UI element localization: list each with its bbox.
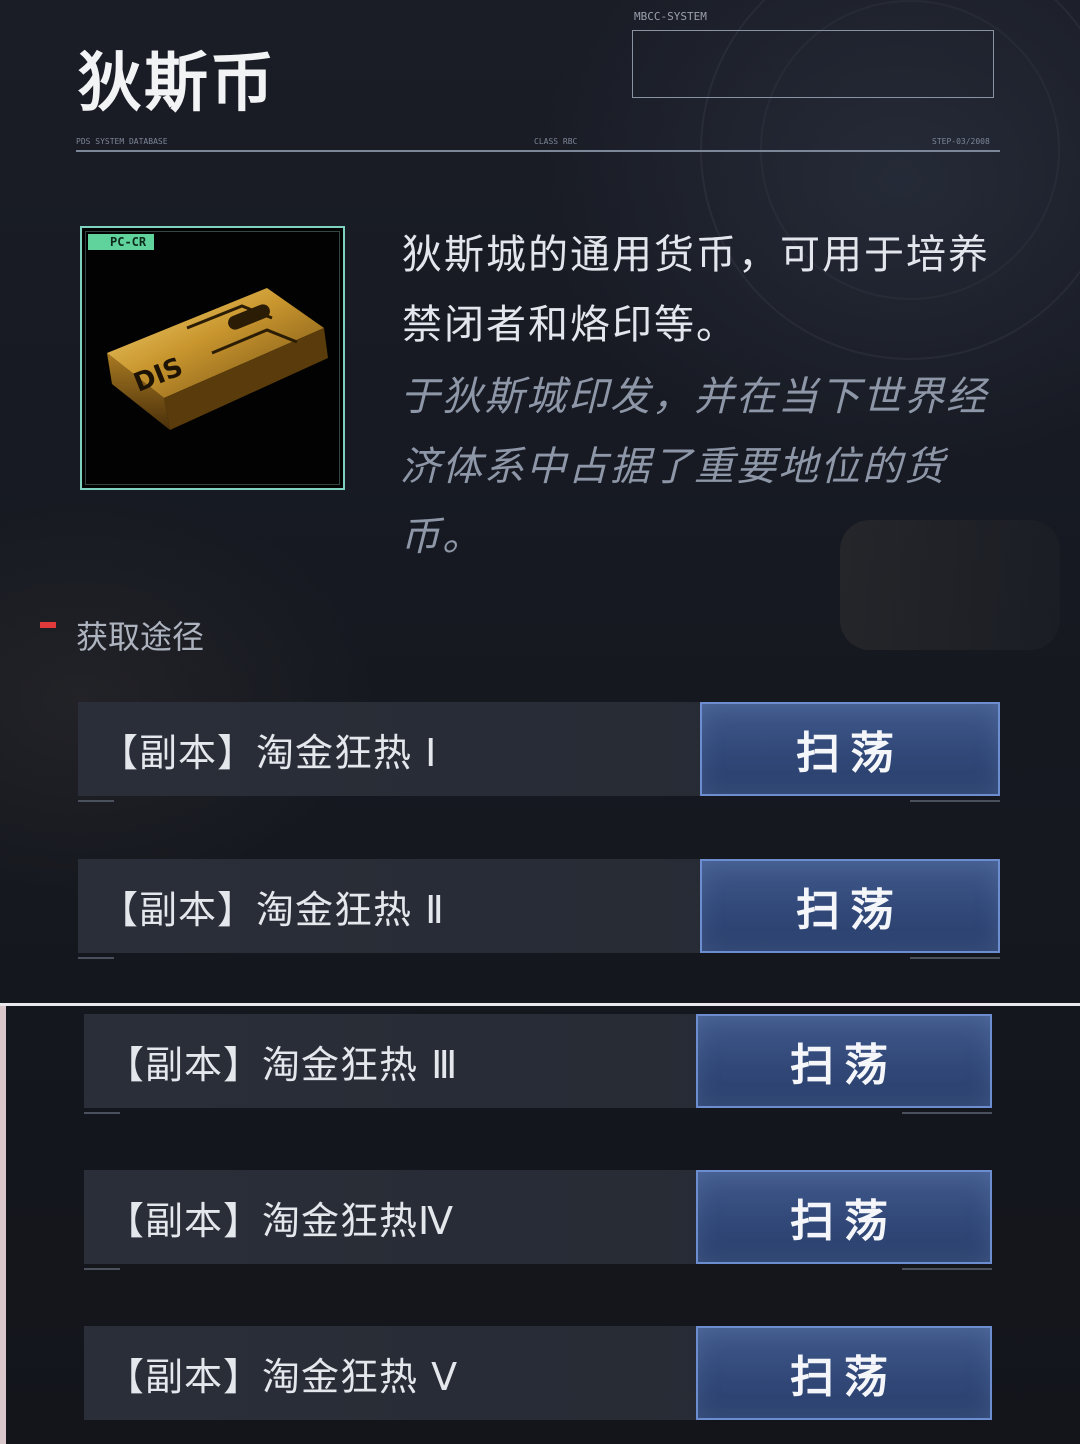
source-row: 【副本】淘金狂热 Ⅱ 扫荡: [78, 859, 1000, 953]
source-row: 【副本】淘金狂热 Ⅲ 扫荡: [84, 1014, 992, 1108]
screenshot-seam: [0, 1003, 1080, 1006]
sweep-button[interactable]: 扫荡: [696, 1014, 992, 1108]
item-icon-frame: PC-CR DIS: [80, 226, 345, 490]
source-section-title: 获取途径: [76, 618, 205, 656]
source-row: 【副本】淘金狂热 Ⅴ 扫荡: [84, 1326, 992, 1420]
item-description: 狄斯城的通用货币，可用于培养禁闭者和烙印等。: [402, 232, 990, 348]
row-footer: [78, 957, 1000, 963]
section-marker: [40, 622, 56, 628]
system-label: MBCC-SYSTEM: [634, 10, 707, 23]
source-stage-label: 【副本】淘金狂热 Ⅲ: [106, 1042, 459, 1087]
sweep-button[interactable]: 扫荡: [700, 702, 1000, 796]
source-stage-label: 【副本】淘金狂热 Ⅴ: [106, 1354, 459, 1399]
divider-caption-left: PDS SYSTEM DATABASE: [76, 137, 168, 146]
dis-coin-card-icon: DIS: [107, 288, 328, 430]
header-divider: [76, 150, 1000, 152]
source-row: 【副本】淘金狂热Ⅳ 扫荡: [84, 1170, 992, 1264]
item-flavor-text: 于狄斯城印发，并在当下世界经济体系中占据了重要地位的货币。: [400, 374, 988, 560]
source-stage-label: 【副本】淘金狂热 Ⅰ: [100, 730, 438, 775]
item-title: 狄斯币: [78, 46, 276, 121]
item-type-tag: PC-CR: [88, 234, 155, 250]
row-footer: [84, 1268, 992, 1274]
source-stage-label: 【副本】淘金狂热Ⅳ: [106, 1198, 455, 1243]
sweep-button[interactable]: 扫荡: [696, 1170, 992, 1264]
left-edge-strip: [0, 1006, 6, 1444]
sweep-button[interactable]: 扫荡: [696, 1326, 992, 1420]
row-footer: [84, 1112, 992, 1118]
source-row: 【副本】淘金狂热 Ⅰ 扫荡: [78, 702, 1000, 796]
source-section-header: 获取途径: [40, 612, 204, 658]
sweep-button[interactable]: 扫荡: [700, 859, 1000, 953]
system-panel: [632, 30, 994, 98]
source-stage-label: 【副本】淘金狂热 Ⅱ: [100, 887, 445, 932]
divider-caption-right: STEP-03/2008: [932, 137, 990, 146]
row-footer: [78, 800, 1000, 806]
divider-caption-mid: CLASS RBC: [534, 137, 578, 146]
